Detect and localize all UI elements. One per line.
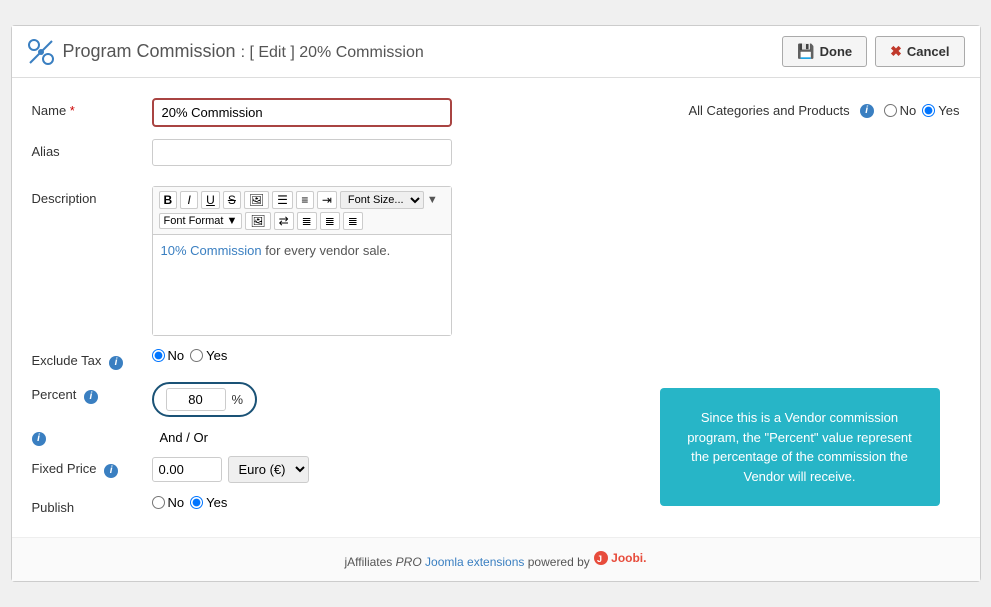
percent-input[interactable] — [166, 388, 226, 411]
exclude-tax-radio-group: No Yes — [152, 348, 228, 363]
editor-toolbar: B I U S 🖼 ☰ ≡ ⇥ Font Size... ▼ — [153, 187, 451, 235]
percent-sign: % — [232, 392, 244, 407]
cancel-button[interactable]: ✖ Cancel — [875, 36, 964, 67]
header-buttons: 💾 Done ✖ Cancel — [782, 36, 964, 67]
fixed-price-wrap: Euro (€) — [152, 456, 309, 483]
percent-label: Percent i — [32, 382, 152, 404]
page-title-section: Program Commission : [ Edit ] 20% Commis… — [27, 38, 424, 66]
percent-field-wrap: % — [152, 382, 258, 417]
toolbar-strikethrough[interactable]: S — [223, 191, 241, 209]
fixed-price-row: Fixed Price i Euro (€) — [32, 456, 640, 483]
currency-select[interactable]: Euro (€) — [228, 456, 309, 483]
description-label: Description — [32, 186, 152, 206]
program-commission-icon — [27, 38, 55, 66]
vendor-info-box: Since this is a Vendor commission progra… — [660, 388, 940, 506]
fixed-price-label: Fixed Price i — [32, 456, 152, 478]
alias-field-wrap — [152, 139, 649, 166]
toolbar-underline[interactable]: U — [201, 191, 220, 209]
all-categories-section: All Categories and Products i No Yes — [689, 103, 960, 118]
editor-plain-text: for every vendor sale. — [262, 243, 391, 258]
alias-input[interactable] — [152, 139, 452, 166]
alias-label: Alias — [32, 139, 152, 159]
toolbar-font-size[interactable]: Font Size... — [340, 191, 424, 209]
fixed-price-input[interactable] — [152, 457, 222, 482]
lower-section: Exclude Tax i No Yes — [32, 348, 960, 527]
exclude-tax-label: Exclude Tax i — [32, 348, 152, 370]
toolbar-ul[interactable]: ≡ — [296, 191, 314, 209]
publish-yes-label[interactable]: Yes — [190, 495, 227, 510]
name-label: Name * — [32, 98, 152, 118]
publish-no[interactable] — [152, 496, 165, 509]
name-field-wrap — [152, 98, 649, 127]
radio-yes[interactable] — [922, 104, 935, 117]
name-input[interactable] — [152, 98, 452, 127]
all-categories-radio-group: No Yes — [884, 103, 960, 118]
cancel-icon: ✖ — [890, 43, 902, 60]
toolbar-insert-image[interactable]: 🖼 — [245, 212, 270, 230]
all-categories-info-icon[interactable]: i — [860, 104, 874, 118]
done-button[interactable]: 💾 Done — [782, 36, 867, 67]
editor-content[interactable]: 10% Commission for every vendor sale. — [153, 235, 451, 335]
footer-powered-text: powered by — [528, 555, 590, 569]
page-title: Program Commission : [ Edit ] 20% Commis… — [63, 41, 424, 62]
toolbar-image[interactable]: 🖼 — [244, 191, 269, 209]
radio-no[interactable] — [884, 104, 897, 117]
toolbar-row-2: Font Format ▼ 🖼 ⇄ ≣ ≣ ≣ — [159, 212, 445, 230]
publish-yes[interactable] — [190, 496, 203, 509]
radio-no-label[interactable]: No — [884, 103, 917, 118]
editor-wrapper: B I U S 🖼 ☰ ≡ ⇥ Font Size... ▼ — [152, 186, 452, 336]
fixed-price-info-icon[interactable]: i — [104, 464, 118, 478]
andor-info-icon[interactable]: i — [32, 432, 46, 446]
radio-yes-label[interactable]: Yes — [922, 103, 959, 118]
alias-row: Alias — [32, 139, 649, 166]
left-form: Name * Alias — [32, 98, 649, 178]
content-area: Name * Alias — [12, 78, 980, 537]
page-footer: jAffiliates PRO Joomla extensions powere… — [12, 537, 980, 581]
toolbar-italic[interactable]: I — [180, 191, 198, 209]
footer-joomla-link[interactable]: Joomla extensions — [425, 555, 528, 569]
all-categories-row: All Categories and Products i No Yes — [689, 103, 960, 118]
percent-oval: % — [152, 382, 258, 417]
publish-no-label[interactable]: No — [152, 495, 185, 510]
publish-radio-group: No Yes — [152, 495, 228, 510]
joobi-icon: J — [593, 550, 609, 566]
editor-highlight-text: 10% Commission — [161, 243, 262, 258]
name-row: Name * — [32, 98, 649, 127]
footer-joobi-logo: J Joobi. — [593, 550, 646, 566]
toolbar-bold[interactable]: B — [159, 191, 178, 209]
toolbar-align-justify[interactable]: ≣ — [343, 212, 363, 230]
right-info-panel: Since this is a Vendor commission progra… — [640, 348, 960, 506]
exclude-tax-no-label[interactable]: No — [152, 348, 185, 363]
toolbar-row-1: B I U S 🖼 ☰ ≡ ⇥ Font Size... ▼ — [159, 191, 445, 209]
exclude-tax-yes[interactable] — [190, 349, 203, 362]
toolbar-ol[interactable]: ☰ — [272, 191, 293, 209]
andor-row: i And / Or — [32, 429, 640, 446]
publish-label: Publish — [32, 495, 152, 515]
percent-info-icon[interactable]: i — [84, 390, 98, 404]
percent-row: Percent i % — [32, 382, 640, 417]
footer-pro: PRO — [396, 555, 422, 569]
footer-jaffiliates: jAffiliates — [345, 555, 393, 569]
toolbar-font-format[interactable]: Font Format ▼ — [159, 213, 243, 229]
publish-row: Publish No Yes — [32, 495, 640, 515]
lower-left: Exclude Tax i No Yes — [32, 348, 640, 527]
toolbar-align-right[interactable]: ≣ — [320, 212, 340, 230]
toolbar-align-center[interactable]: ≣ — [297, 212, 317, 230]
svg-text:J: J — [597, 554, 602, 564]
exclude-tax-yes-label[interactable]: Yes — [190, 348, 227, 363]
page-header: Program Commission : [ Edit ] 20% Commis… — [12, 26, 980, 78]
exclude-tax-info-icon[interactable]: i — [109, 356, 123, 370]
exclude-tax-no[interactable] — [152, 349, 165, 362]
toolbar-indent[interactable]: ⇥ — [317, 191, 337, 209]
exclude-tax-row: Exclude Tax i No Yes — [32, 348, 640, 370]
editor-area: B I U S 🖼 ☰ ≡ ⇥ Font Size... ▼ — [152, 186, 452, 336]
save-icon: 💾 — [797, 43, 814, 60]
main-container: Program Commission : [ Edit ] 20% Commis… — [11, 25, 981, 582]
toolbar-align-left[interactable]: ⇄ — [274, 212, 294, 230]
andor-label: And / Or — [160, 430, 208, 445]
description-row: Description B I U S 🖼 ☰ ≡ ⇥ — [32, 186, 960, 336]
